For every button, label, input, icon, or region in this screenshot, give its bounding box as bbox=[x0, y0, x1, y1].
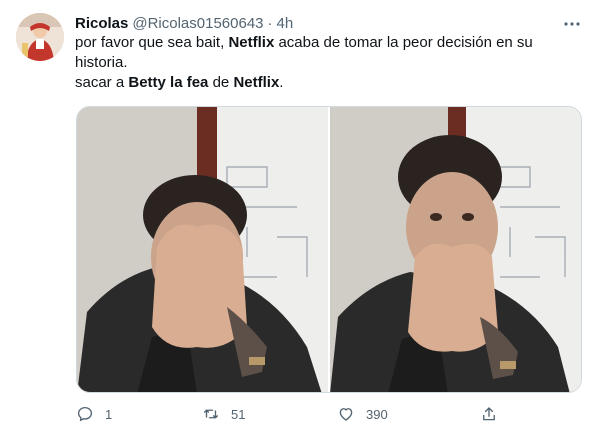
share-icon bbox=[483, 407, 495, 421]
like-button[interactable]: 390 bbox=[337, 402, 388, 426]
more-icon bbox=[564, 22, 580, 26]
display-name[interactable]: Ricolas bbox=[75, 15, 128, 32]
reply-button[interactable]: 1 bbox=[76, 402, 112, 426]
tweet: Ricolas @Ricolas01560643 · 4h por favor … bbox=[0, 0, 603, 443]
reply-count: 1 bbox=[105, 406, 113, 422]
timestamp[interactable]: 4h bbox=[277, 15, 294, 32]
media-image-right[interactable] bbox=[330, 107, 581, 392]
text-segment: de bbox=[208, 74, 234, 91]
bold-netflix: Netflix bbox=[233, 74, 280, 91]
tweet-text: por favor que sea bait, Netflix acaba de… bbox=[75, 33, 580, 93]
avatar[interactable] bbox=[16, 13, 64, 61]
share-button[interactable] bbox=[480, 402, 498, 426]
bold-betty-la-fea: Betty la fea bbox=[128, 74, 209, 91]
retweet-count: 51 bbox=[231, 406, 246, 422]
media-image-left[interactable] bbox=[77, 107, 328, 392]
separator-dot: · bbox=[267, 14, 273, 32]
tweet-actions: 1 51 390 bbox=[76, 402, 506, 426]
tweet-header: Ricolas @Ricolas01560643 · 4h bbox=[75, 13, 293, 33]
user-handle[interactable]: @Ricolas01560643 bbox=[132, 15, 263, 32]
text-segment: . bbox=[279, 74, 284, 91]
retweet-icon bbox=[203, 409, 219, 419]
avatar-image bbox=[16, 13, 64, 61]
tweet-media bbox=[76, 106, 582, 393]
like-icon bbox=[339, 408, 353, 421]
text-segment: por favor que sea bait, bbox=[75, 34, 229, 51]
retweet-button[interactable]: 51 bbox=[202, 402, 245, 426]
tweet-text-line-1: por favor que sea bait, Netflix acaba de… bbox=[75, 33, 580, 73]
tweet-text-line-2: sacar a Betty la fea de Netflix. bbox=[75, 73, 580, 93]
like-count: 390 bbox=[366, 406, 388, 422]
reply-icon bbox=[77, 406, 93, 422]
hashtag-netflix: Netflix bbox=[228, 34, 275, 51]
text-segment: sacar a bbox=[75, 74, 129, 91]
